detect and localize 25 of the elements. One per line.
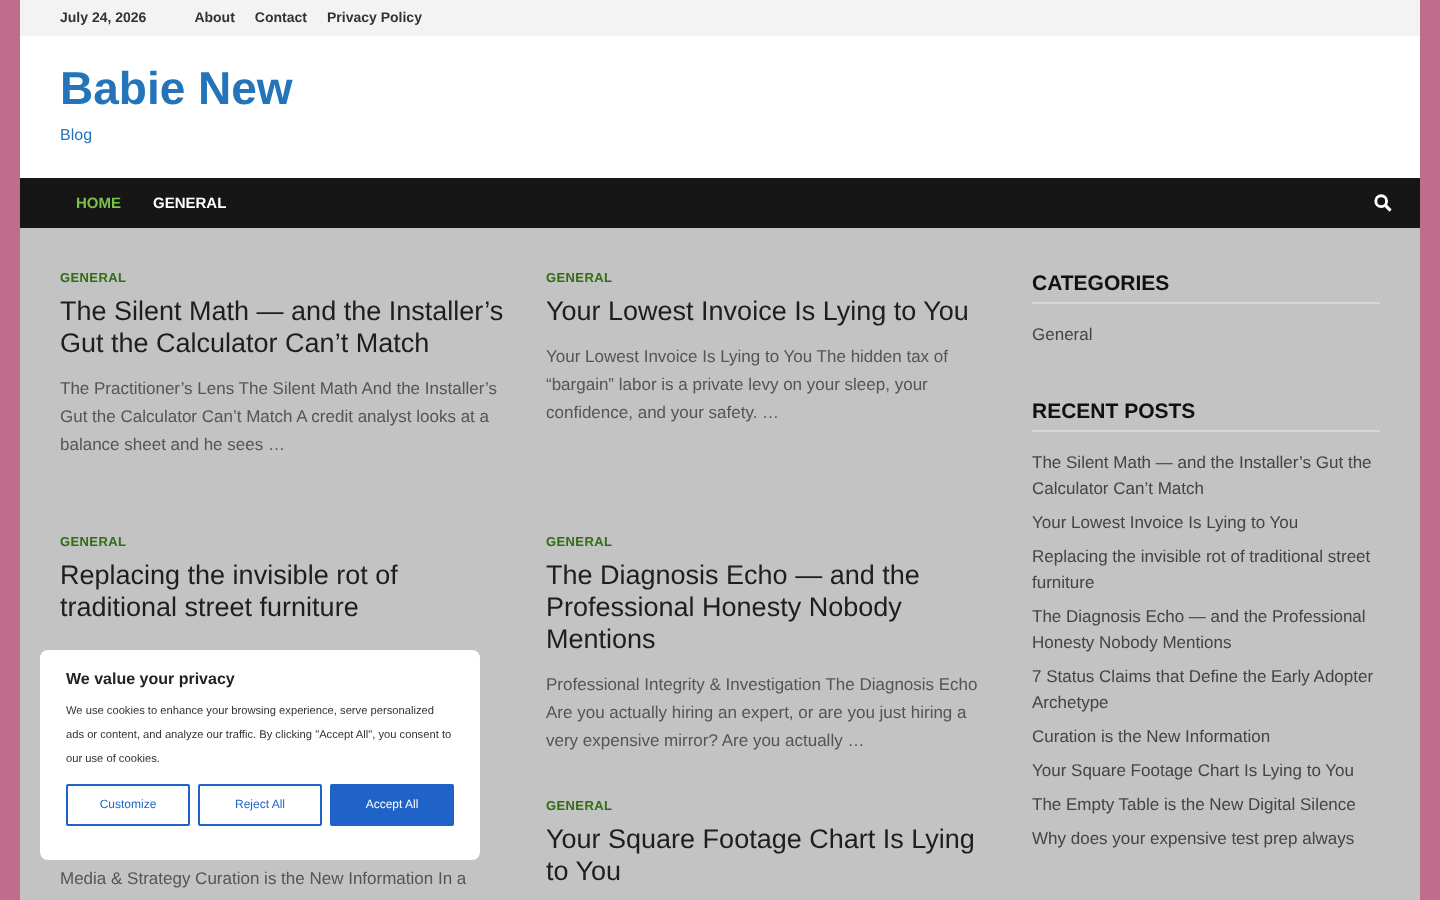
category-link[interactable]: General — [1032, 322, 1093, 348]
post-title[interactable]: Your Square Footage Chart Is Lying to You — [546, 824, 990, 888]
banner-title: We value your privacy — [66, 670, 237, 688]
site-tagline: Blog — [60, 126, 93, 145]
recent-post-link[interactable]: The Empty Table is the New Digital Silence — [1032, 792, 1356, 818]
widget-heading: CATEGORIES — [1032, 272, 1380, 304]
recent-post-link[interactable]: Your Square Footage Chart Is Lying to You — [1032, 758, 1354, 784]
recent-post-link[interactable]: Your Lowest Invoice Is Lying to You — [1032, 510, 1299, 536]
search-icon[interactable] — [1374, 194, 1392, 212]
recent-post-link[interactable]: The Silent Math — and the Installer’s Gut the Calculator Can’t Match — [1032, 450, 1380, 502]
post-excerpt: Professional Integrity & Investigation The Diagnosis Echo Are you actually hiring an expert, or are you just hiring a very expensive mirror? Are you actually … — [546, 672, 980, 754]
post-excerpt: The Practitioner’s Lens The Silent Math And the Installer’s Gut the Calculator Can’t Match A credit analyst looks at a balance sheet and he sees … — [60, 376, 499, 458]
post-title[interactable]: Your Lowest Invoice Is Lying to You — [546, 296, 969, 328]
post-title[interactable]: The Silent Math — and the Installer’s Gut the Calculator Can’t Match — [60, 296, 504, 360]
post-excerpt: Your Lowest Invoice Is Lying to You The hidden tax of “bargain” labor is a private levy on your sleep, your confidence, and your safety. … — [546, 344, 950, 426]
recent-post-link[interactable]: Curation is the New Information — [1032, 724, 1271, 750]
post-title[interactable]: The Diagnosis Echo — and the Professional Honesty Nobody Mentions — [546, 560, 990, 656]
post-title[interactable]: Replacing the invisible rot of traditional street furniture — [60, 560, 504, 624]
site-title[interactable]: Babie New — [60, 64, 1380, 115]
recent-post-link[interactable]: The Diagnosis Echo — and the Professional Honesty Nobody Mentions — [1032, 604, 1380, 656]
recent-post-link[interactable]: Why does your expensive test prep always — [1032, 826, 1355, 852]
post-excerpt: Media & Strategy Curation is the New Information In a — [60, 866, 467, 892]
recent-post-link[interactable]: 7 Status Claims that Define the Early Adopter Archetype — [1032, 664, 1380, 716]
widget-heading: RECENT POSTS — [1032, 400, 1380, 432]
recent-post-link[interactable]: Replacing the invisible rot of traditional street furniture — [1032, 544, 1380, 596]
